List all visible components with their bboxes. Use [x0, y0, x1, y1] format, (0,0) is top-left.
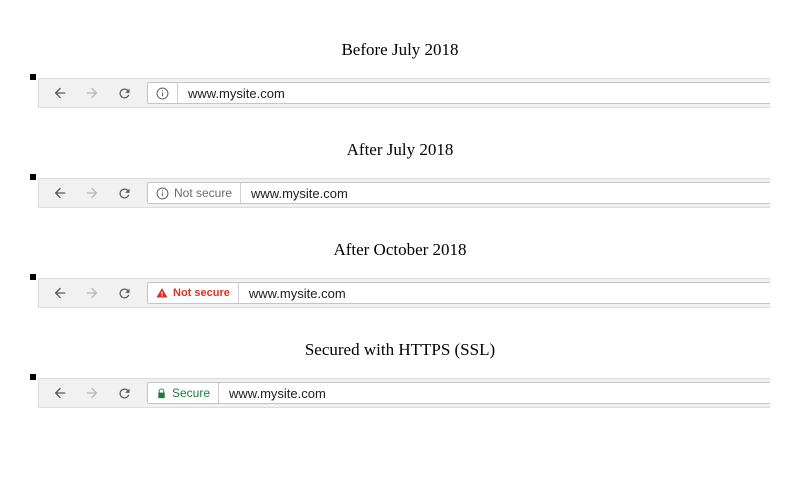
forward-button[interactable]: [83, 184, 101, 202]
caption: Secured with HTTPS (SSL): [30, 340, 770, 360]
warning-icon: [156, 287, 168, 299]
back-button[interactable]: [51, 184, 69, 202]
example-before-july-2018: Before July 2018 w: [30, 40, 770, 112]
reload-button[interactable]: [115, 284, 133, 302]
forward-button[interactable]: [83, 84, 101, 102]
nav-buttons: [39, 79, 141, 107]
marker: [30, 74, 36, 80]
url-text: www.mysite.com: [239, 286, 356, 301]
lock-icon: [156, 387, 167, 400]
marker: [30, 174, 36, 180]
browser-bar: Not secure www.mysite.com: [30, 178, 770, 212]
info-icon: [156, 187, 169, 200]
info-icon: [156, 87, 169, 100]
reload-button[interactable]: [115, 384, 133, 402]
caption: After October 2018: [30, 240, 770, 260]
back-button[interactable]: [51, 384, 69, 402]
address-bar[interactable]: www.mysite.com: [147, 82, 770, 104]
security-indicator[interactable]: Not secure: [148, 283, 239, 303]
forward-button[interactable]: [83, 284, 101, 302]
address-bar[interactable]: Secure www.mysite.com: [147, 382, 770, 404]
caption: After July 2018: [30, 140, 770, 160]
security-indicator[interactable]: Secure: [148, 383, 219, 403]
address-bar[interactable]: Not secure www.mysite.com: [147, 282, 770, 304]
browser-bar: Secure www.mysite.com: [30, 378, 770, 412]
reload-button[interactable]: [115, 184, 133, 202]
browser-bar: Not secure www.mysite.com: [30, 278, 770, 312]
toolbar: Secure www.mysite.com: [38, 378, 770, 408]
browser-bar: www.mysite.com: [30, 78, 770, 112]
forward-button[interactable]: [83, 384, 101, 402]
nav-buttons: [39, 379, 141, 407]
security-indicator[interactable]: [148, 83, 178, 103]
security-indicator[interactable]: Not secure: [148, 183, 241, 203]
toolbar: www.mysite.com: [38, 78, 770, 108]
reload-button[interactable]: [115, 84, 133, 102]
example-secured-https: Secured with HTTPS (SSL): [30, 340, 770, 412]
caption: Before July 2018: [30, 40, 770, 60]
nav-buttons: [39, 179, 141, 207]
url-text: www.mysite.com: [241, 186, 358, 201]
url-text: www.mysite.com: [178, 86, 295, 101]
marker: [30, 274, 36, 280]
back-button[interactable]: [51, 84, 69, 102]
security-label: Secure: [172, 386, 210, 400]
url-text: www.mysite.com: [219, 386, 336, 401]
nav-buttons: [39, 279, 141, 307]
address-bar[interactable]: Not secure www.mysite.com: [147, 182, 770, 204]
security-label: Not secure: [173, 287, 230, 299]
back-button[interactable]: [51, 284, 69, 302]
marker: [30, 374, 36, 380]
example-after-july-2018: After July 2018 Not secur: [30, 140, 770, 212]
toolbar: Not secure www.mysite.com: [38, 278, 770, 308]
toolbar: Not secure www.mysite.com: [38, 178, 770, 208]
example-after-october-2018: After October 2018 Not se: [30, 240, 770, 312]
security-label: Not secure: [174, 186, 232, 200]
